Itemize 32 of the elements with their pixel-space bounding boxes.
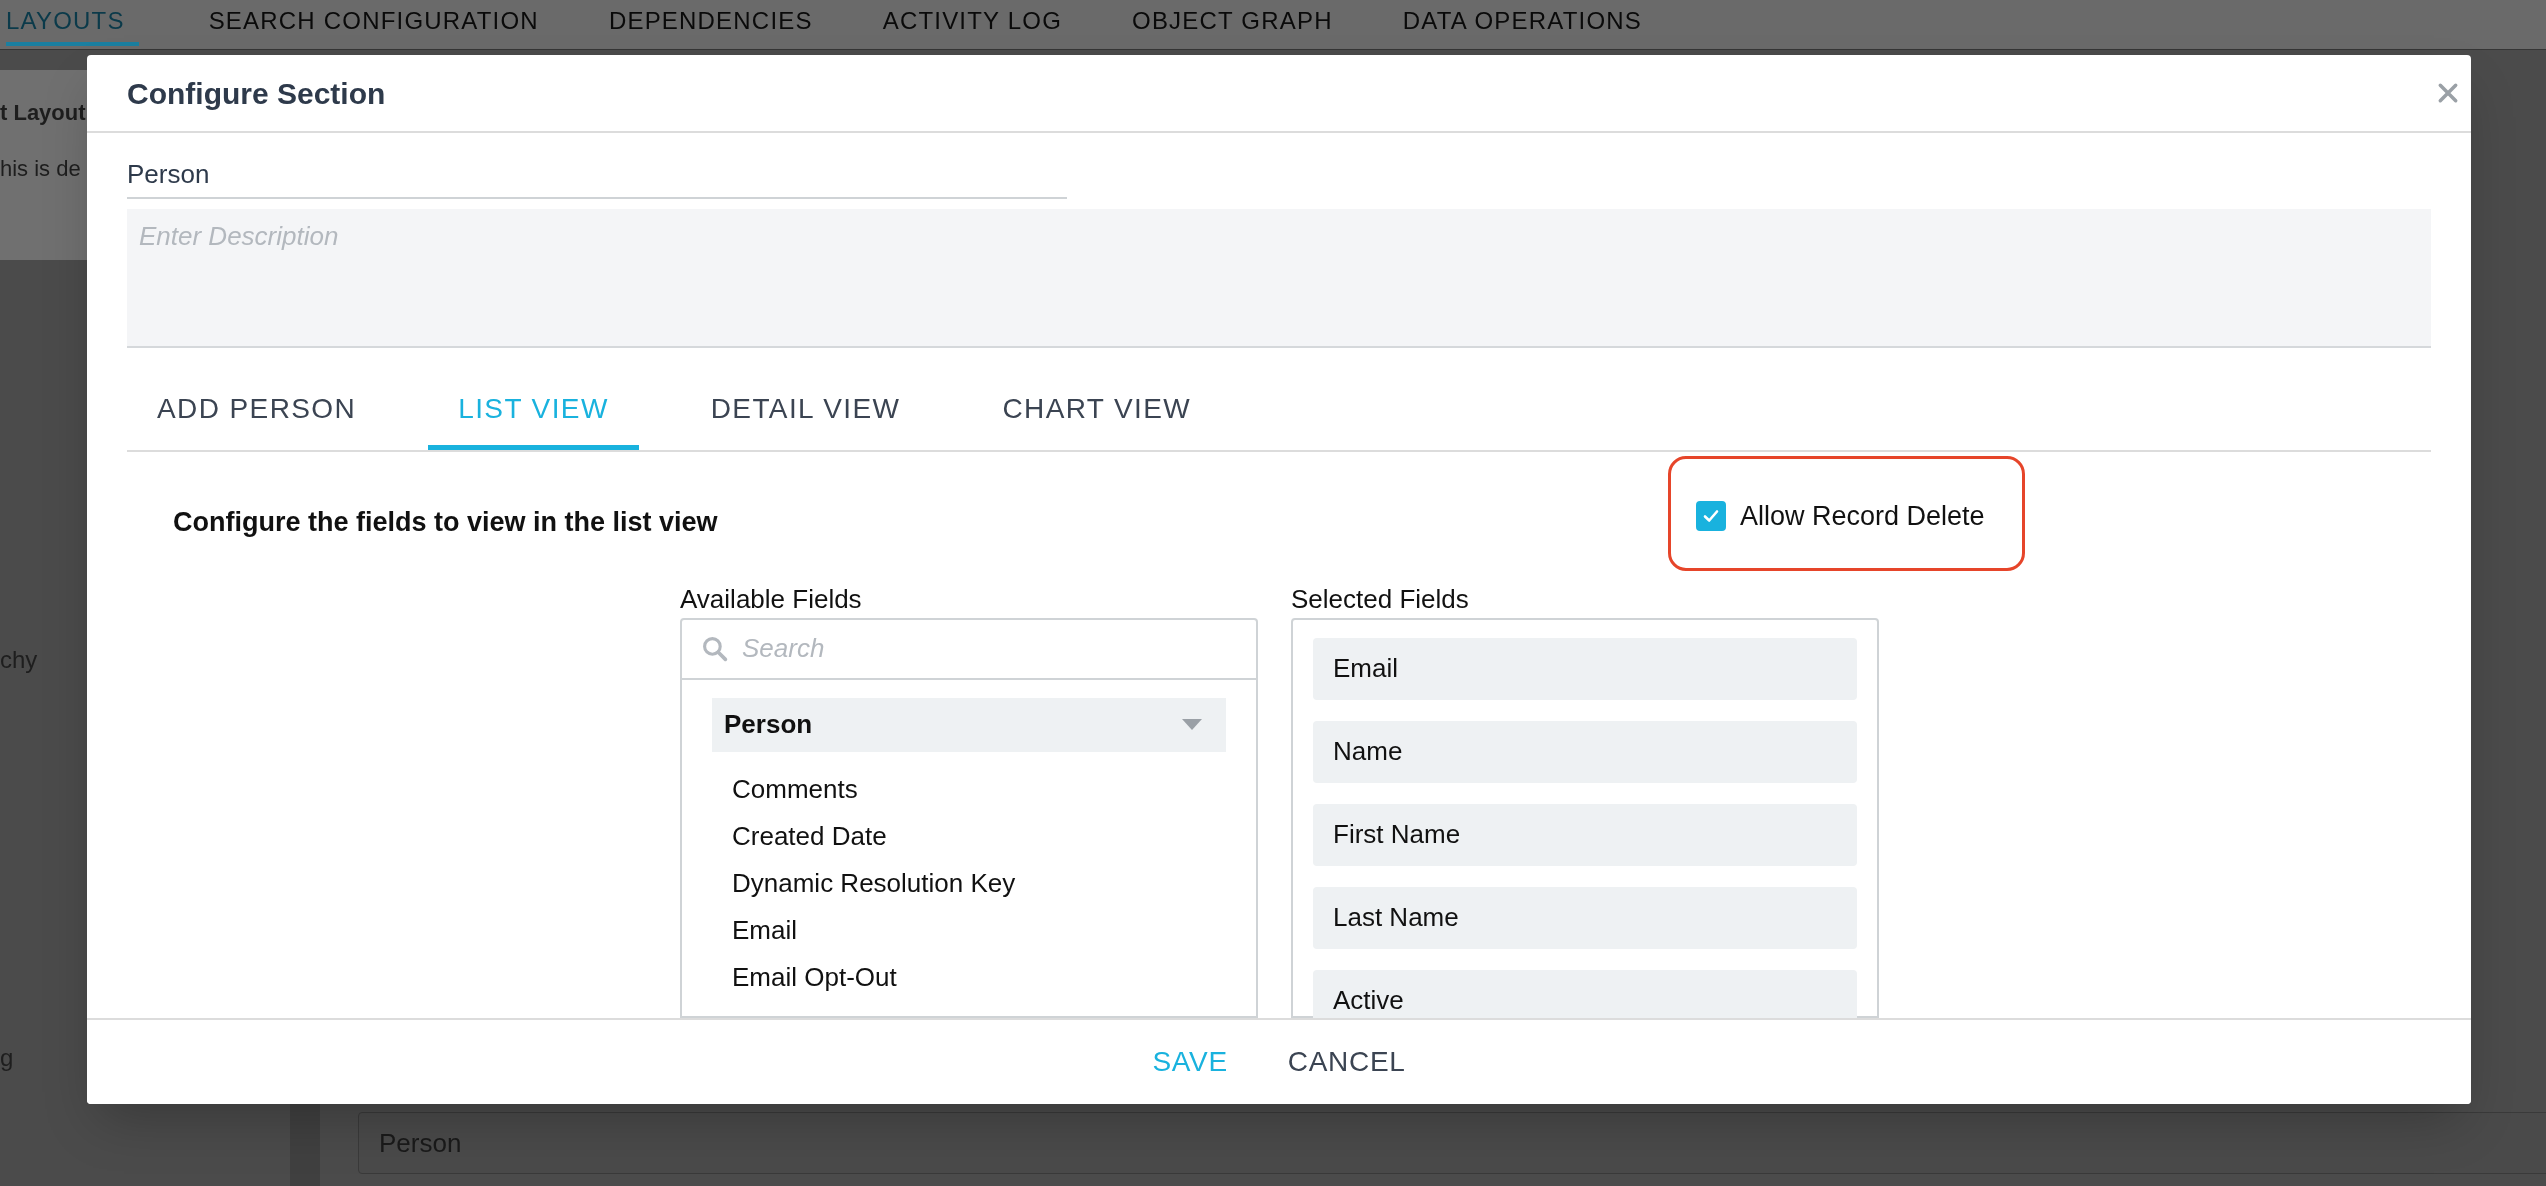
selected-field-item[interactable]: First Name xyxy=(1313,804,1857,866)
tab[interactable]: CHART VIEW xyxy=(972,368,1222,450)
selected-field-item[interactable]: Email xyxy=(1313,638,1857,700)
navigation-tab[interactable]: ACTIVITY LOG xyxy=(882,0,1062,46)
search-icon xyxy=(702,636,728,662)
list-item[interactable]: Dynamic Resolution Key xyxy=(732,860,1256,907)
selected-field-item[interactable]: Active xyxy=(1313,970,1857,1018)
list-item[interactable]: Created Date xyxy=(732,813,1256,860)
caret-icon xyxy=(1182,719,1202,731)
list-item[interactable]: Comments xyxy=(732,766,1256,813)
column-label: Available Fields xyxy=(680,584,863,614)
list-item[interactable]: Email xyxy=(732,907,1256,954)
background-text: his is de xyxy=(0,155,82,183)
navigation-tab[interactable]: SEARCH CONFIGURATION xyxy=(208,0,539,46)
tab[interactable]: DETAIL VIEW xyxy=(680,368,931,450)
checkbox-label: Allow Record Delete xyxy=(1740,500,1985,533)
background-text: t Layout xyxy=(0,99,87,127)
group-dropdown[interactable]: Person xyxy=(712,698,1226,752)
selected-field-item[interactable]: Last Name xyxy=(1313,887,1857,949)
section-heading: Configure the fields to view in the list view xyxy=(173,506,718,539)
cancel-button[interactable]: CANCEL xyxy=(1272,1033,1421,1091)
close-icon[interactable] xyxy=(2437,82,2459,104)
list-item[interactable]: Email Opt-Out xyxy=(732,954,1256,1001)
dialog-title: Configure Section xyxy=(127,75,386,112)
navigation-tab[interactable]: DEPENDENCIES xyxy=(608,0,813,46)
name-field[interactable]: Person xyxy=(127,151,1067,199)
selected-field-item[interactable]: Name xyxy=(1313,721,1857,783)
navigation-tab[interactable]: DATA OPERATIONS xyxy=(1402,0,1643,46)
checkbox[interactable] xyxy=(1696,501,1726,532)
tab[interactable]: ADD PERSON xyxy=(127,368,387,450)
navigation-tab[interactable]: OBJECT GRAPH xyxy=(1132,0,1333,46)
column-label: Selected Fields xyxy=(1291,584,1470,614)
